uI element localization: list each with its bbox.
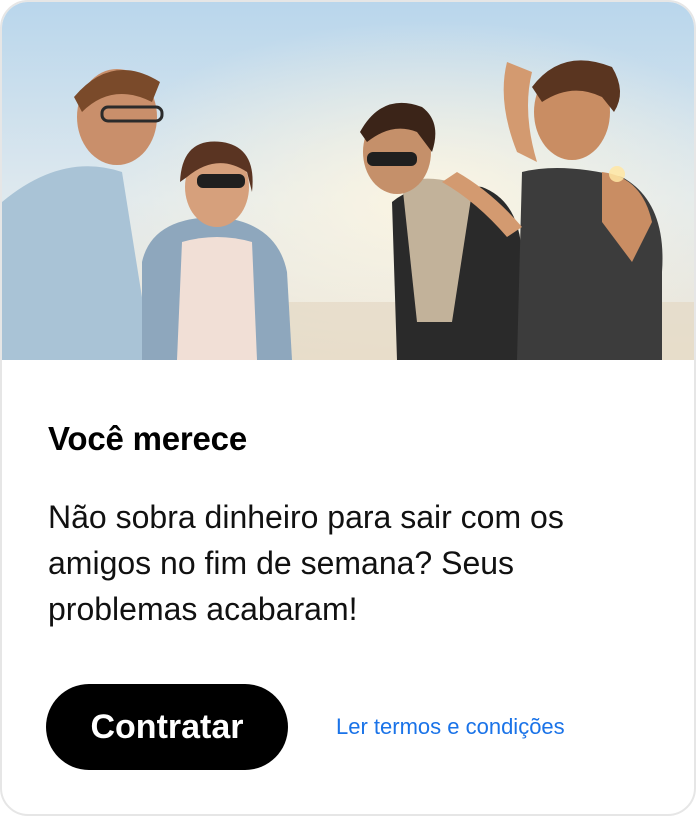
terms-link[interactable]: Ler termos e condições [336,714,565,740]
card-title: Você merece [48,420,247,457]
card-description: Não sobra dinheiro para sair com os amig… [48,499,564,627]
hero-photo [2,2,694,360]
contratar-button[interactable]: Contratar [46,684,288,770]
